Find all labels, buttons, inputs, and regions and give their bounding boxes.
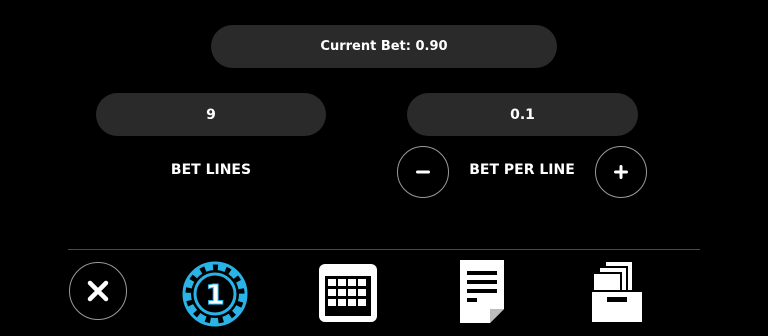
bet-per-line-label: BET PER LINE (469, 162, 575, 178)
chip-value-label: 1 (205, 278, 224, 311)
increase-bet-button[interactable] (595, 146, 647, 198)
archive-icon (590, 260, 644, 324)
plus-icon (614, 165, 628, 179)
close-button[interactable] (69, 262, 127, 320)
calendar-icon (319, 264, 377, 322)
toolbar-divider (68, 249, 700, 250)
chip-value-button[interactable]: 1 (181, 260, 249, 328)
paytable-button[interactable] (449, 256, 515, 328)
chip-icon: 1 (182, 261, 248, 327)
bet-per-line-value: 0.1 (510, 106, 535, 123)
archive-button[interactable] (583, 256, 651, 328)
bet-lines-label: BET LINES (170, 162, 252, 178)
paytable-icon (460, 260, 504, 323)
current-bet-display: Current Bet: 0.90 (211, 25, 557, 68)
close-icon (87, 280, 109, 302)
decrease-bet-button[interactable] (397, 146, 449, 198)
bet-settings-screen: Current Bet: 0.90 9 0.1 BET LINES BET PE… (0, 0, 768, 336)
bet-lines-value: 9 (206, 106, 216, 123)
history-button[interactable] (314, 259, 382, 327)
current-bet-label: Current Bet: 0.90 (320, 39, 448, 54)
bet-lines-field[interactable]: 9 (96, 93, 326, 136)
bet-per-line-field[interactable]: 0.1 (407, 93, 638, 136)
minus-icon (416, 170, 430, 174)
